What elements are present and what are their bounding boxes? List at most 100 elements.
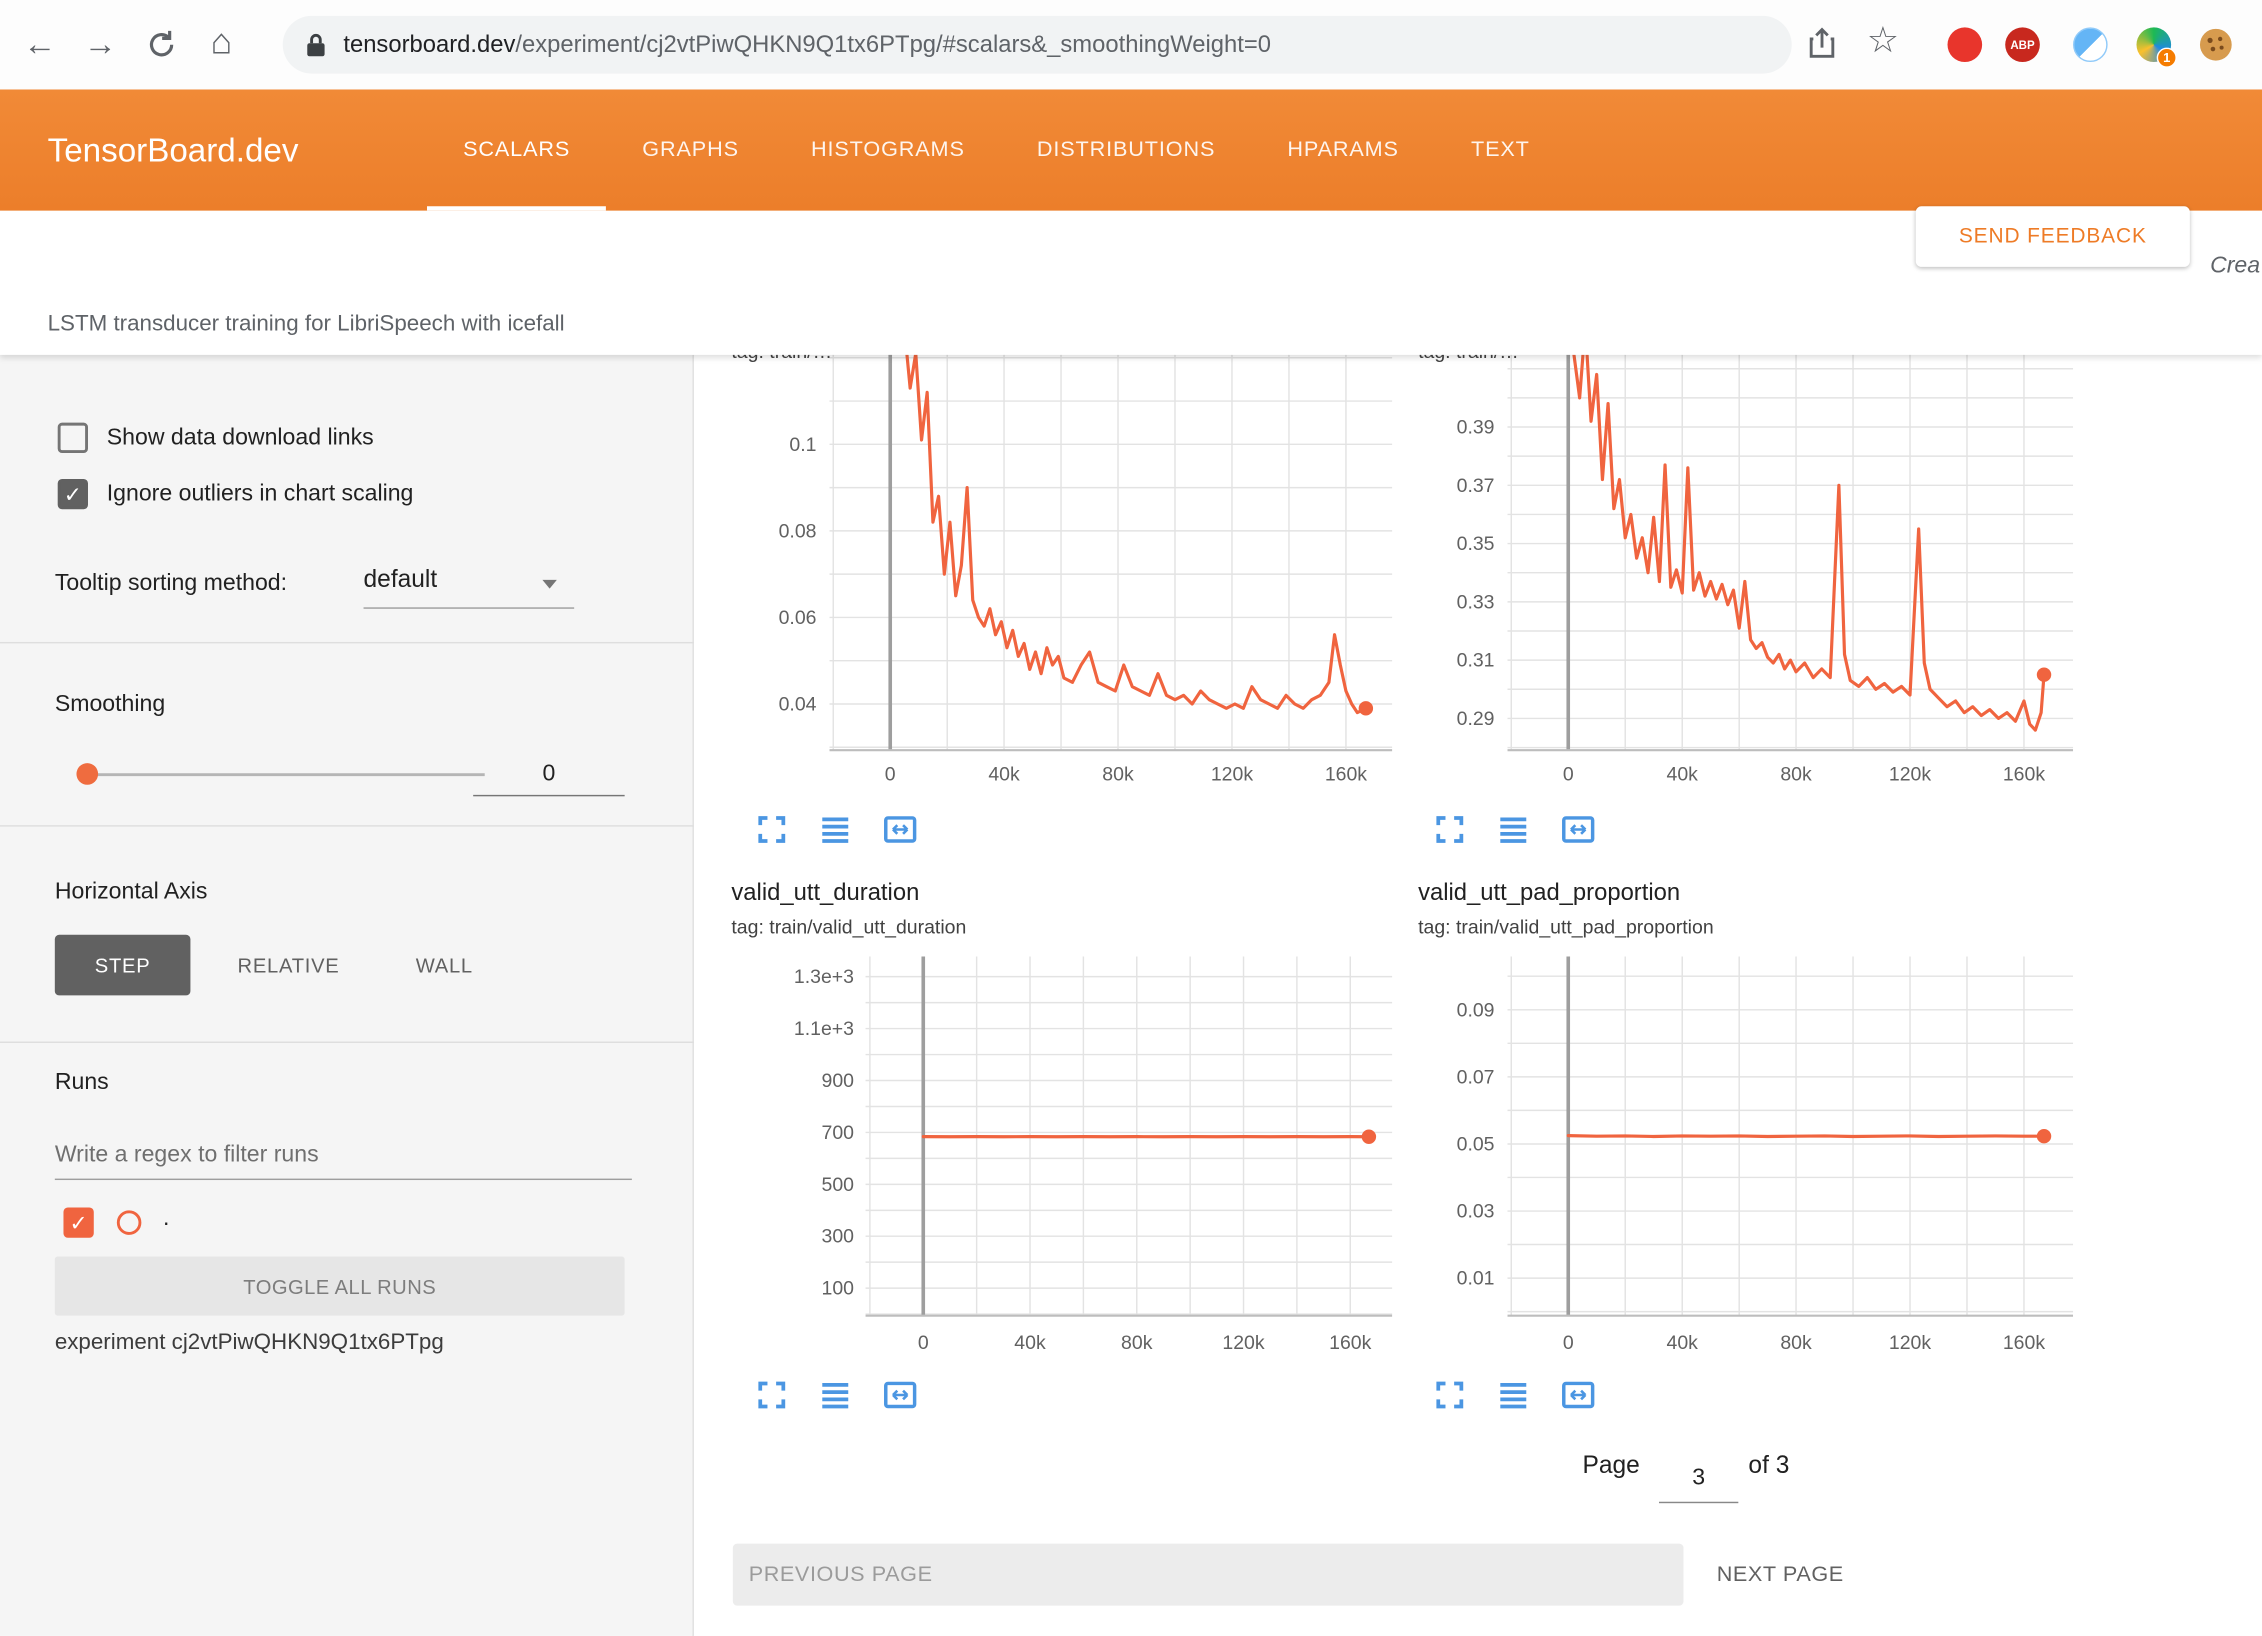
fit-domain-icon[interactable] <box>1559 812 1597 847</box>
svg-text:80k: 80k <box>1780 763 1812 785</box>
svg-text:500: 500 <box>822 1174 855 1196</box>
svg-text:120k: 120k <box>1889 1332 1931 1354</box>
expand-chart-icon[interactable] <box>754 1378 789 1413</box>
svg-text:160k: 160k <box>2003 763 2045 785</box>
divider <box>0 642 694 643</box>
svg-text:0.06: 0.06 <box>779 607 817 629</box>
adblock-extension-icon[interactable] <box>1948 27 1983 62</box>
svg-text:120k: 120k <box>1222 1332 1264 1354</box>
tab-distributions[interactable]: DISTRIBUTIONS <box>1001 89 1251 210</box>
svg-text:900: 900 <box>822 1070 855 1092</box>
svg-text:300: 300 <box>822 1226 855 1248</box>
page-of-label: of 3 <box>1748 1451 1789 1480</box>
svg-text:120k: 120k <box>1889 763 1931 785</box>
next-page-button[interactable]: NEXT PAGE <box>1717 1544 1844 1606</box>
chart-0-toolbar <box>754 812 918 847</box>
tab-graphs[interactable]: GRAPHS <box>606 89 775 210</box>
tensorboard-logo[interactable]: TensorBoard.dev <box>48 89 299 210</box>
tab-histograms[interactable]: HISTOGRAMS <box>775 89 1001 210</box>
send-feedback-button[interactable]: SEND FEEDBACK <box>1916 206 2190 267</box>
profile-badge: 1 <box>2157 48 2177 68</box>
svg-text:0: 0 <box>918 1332 929 1354</box>
data-lines-icon[interactable] <box>818 1378 853 1413</box>
show-download-links-checkbox[interactable] <box>58 423 88 453</box>
fit-domain-icon[interactable] <box>881 1378 919 1413</box>
forward-icon[interactable]: → <box>84 23 117 63</box>
runs-filter-input[interactable] <box>55 1131 632 1180</box>
smoothing-slider-track[interactable] <box>87 773 485 776</box>
svg-text:0.31: 0.31 <box>1457 650 1495 672</box>
address-bar[interactable]: tensorboard.dev/experiment/cj2vtPiwQHKN9… <box>283 16 1792 74</box>
chart-2-toolbar <box>754 1378 918 1413</box>
svg-text:0.08: 0.08 <box>779 520 817 542</box>
axis-step-button[interactable]: STEP <box>55 935 191 996</box>
svg-text:0.37: 0.37 <box>1457 475 1495 497</box>
run-name-label: . <box>163 1206 169 1232</box>
runs-label: Runs <box>55 1070 109 1096</box>
fit-domain-icon[interactable] <box>881 812 919 847</box>
experiment-id-label: experiment cj2vtPiwQHKN9Q1tx6PTpg <box>55 1330 444 1356</box>
data-lines-icon[interactable] <box>818 812 853 847</box>
chart-1-toolbar <box>1433 812 1597 847</box>
svg-text:80k: 80k <box>1102 763 1134 785</box>
data-lines-icon[interactable] <box>1496 812 1531 847</box>
ignore-outliers-label: Ignore outliers in chart scaling <box>107 482 414 508</box>
page-label: Page <box>1583 1451 1640 1480</box>
cookie-extension-icon[interactable] <box>2199 27 2234 62</box>
svg-text:0: 0 <box>885 763 896 785</box>
svg-text:0.33: 0.33 <box>1457 591 1495 613</box>
divider <box>0 825 694 826</box>
tooltip-sorting-select[interactable]: default <box>364 565 438 594</box>
svg-text:40k: 40k <box>1667 763 1699 785</box>
scalar-chart-1[interactable]: 0.390.370.350.330.310.29040k80k120k160k <box>1385 283 2106 802</box>
smoothing-slider-thumb[interactable] <box>76 763 98 785</box>
svg-text:0.04: 0.04 <box>779 693 817 715</box>
tooltip-sorting-label: Tooltip sorting method: <box>55 571 287 597</box>
fit-domain-icon[interactable] <box>1559 1378 1597 1413</box>
experiment-description: LSTM transducer training for LibriSpeech… <box>48 312 565 338</box>
tab-text[interactable]: TEXT <box>1435 89 1566 210</box>
back-icon[interactable]: ← <box>23 23 56 63</box>
home-icon[interactable]: ⌂ <box>211 22 233 62</box>
scalar-chart-0[interactable]: 0.10.080.060.04040k80k120k160k <box>707 283 1414 802</box>
svg-text:40k: 40k <box>1014 1332 1046 1354</box>
settings-sidebar: Show data download links ✓ Ignore outlie… <box>0 355 694 1636</box>
axis-wall-button[interactable]: WALL <box>384 935 505 996</box>
check-icon: ✓ <box>64 481 82 507</box>
svg-text:40k: 40k <box>988 763 1020 785</box>
divider <box>0 1042 694 1043</box>
svg-text:0: 0 <box>1563 763 1574 785</box>
svg-text:160k: 160k <box>2003 1332 2045 1354</box>
abp-extension-icon[interactable]: ABP <box>2005 27 2040 62</box>
svg-text:0.05: 0.05 <box>1457 1133 1495 1155</box>
bookmark-star-icon[interactable]: ☆ <box>1867 20 1899 60</box>
axis-relative-button[interactable]: RELATIVE <box>214 935 364 996</box>
tab-hparams[interactable]: HPARAMS <box>1251 89 1435 210</box>
url-path: /experiment/cj2vtPiwQHKN9Q1tx6PTpg/#scal… <box>515 31 1271 57</box>
toggle-all-runs-button[interactable]: TOGGLE ALL RUNS <box>55 1257 625 1316</box>
run-color-swatch[interactable] <box>117 1210 142 1235</box>
scalar-chart-2[interactable]: 1.3e+31.1e+3900700500300100040k80k120k16… <box>750 945 1414 1378</box>
share-icon[interactable] <box>1806 26 1838 69</box>
show-download-links-label: Show data download links <box>107 426 374 452</box>
reload-icon[interactable] <box>144 27 179 70</box>
page-number-input[interactable] <box>1659 1454 1738 1503</box>
expand-chart-icon[interactable] <box>1433 1378 1468 1413</box>
url-text[interactable]: tensorboard.dev/experiment/cj2vtPiwQHKN9… <box>343 31 1271 58</box>
expand-chart-icon[interactable] <box>754 812 789 847</box>
chevron-down-icon[interactable] <box>542 580 556 589</box>
previous-page-button[interactable]: PREVIOUS PAGE <box>733 1544 1684 1606</box>
check-icon: ✓ <box>70 1210 88 1236</box>
expand-chart-icon[interactable] <box>1433 812 1468 847</box>
svg-text:0.07: 0.07 <box>1457 1066 1495 1088</box>
tab-scalars[interactable]: SCALARS <box>427 89 606 210</box>
scalar-chart-3[interactable]: 0.090.070.050.030.01040k80k120k160k <box>1385 945 2106 1378</box>
smoothing-value-input[interactable] <box>473 753 624 796</box>
run-checkbox[interactable]: ✓ <box>63 1207 93 1237</box>
app-header: TensorBoard.dev SCALARS GRAPHS HISTOGRAM… <box>0 89 2262 210</box>
svg-text:0.03: 0.03 <box>1457 1201 1495 1223</box>
blue-extension-icon[interactable] <box>2073 27 2108 62</box>
data-lines-icon[interactable] <box>1496 1378 1531 1413</box>
ignore-outliers-checkbox[interactable]: ✓ <box>58 479 88 509</box>
profile-avatar-icon[interactable]: 1 <box>2136 27 2171 62</box>
